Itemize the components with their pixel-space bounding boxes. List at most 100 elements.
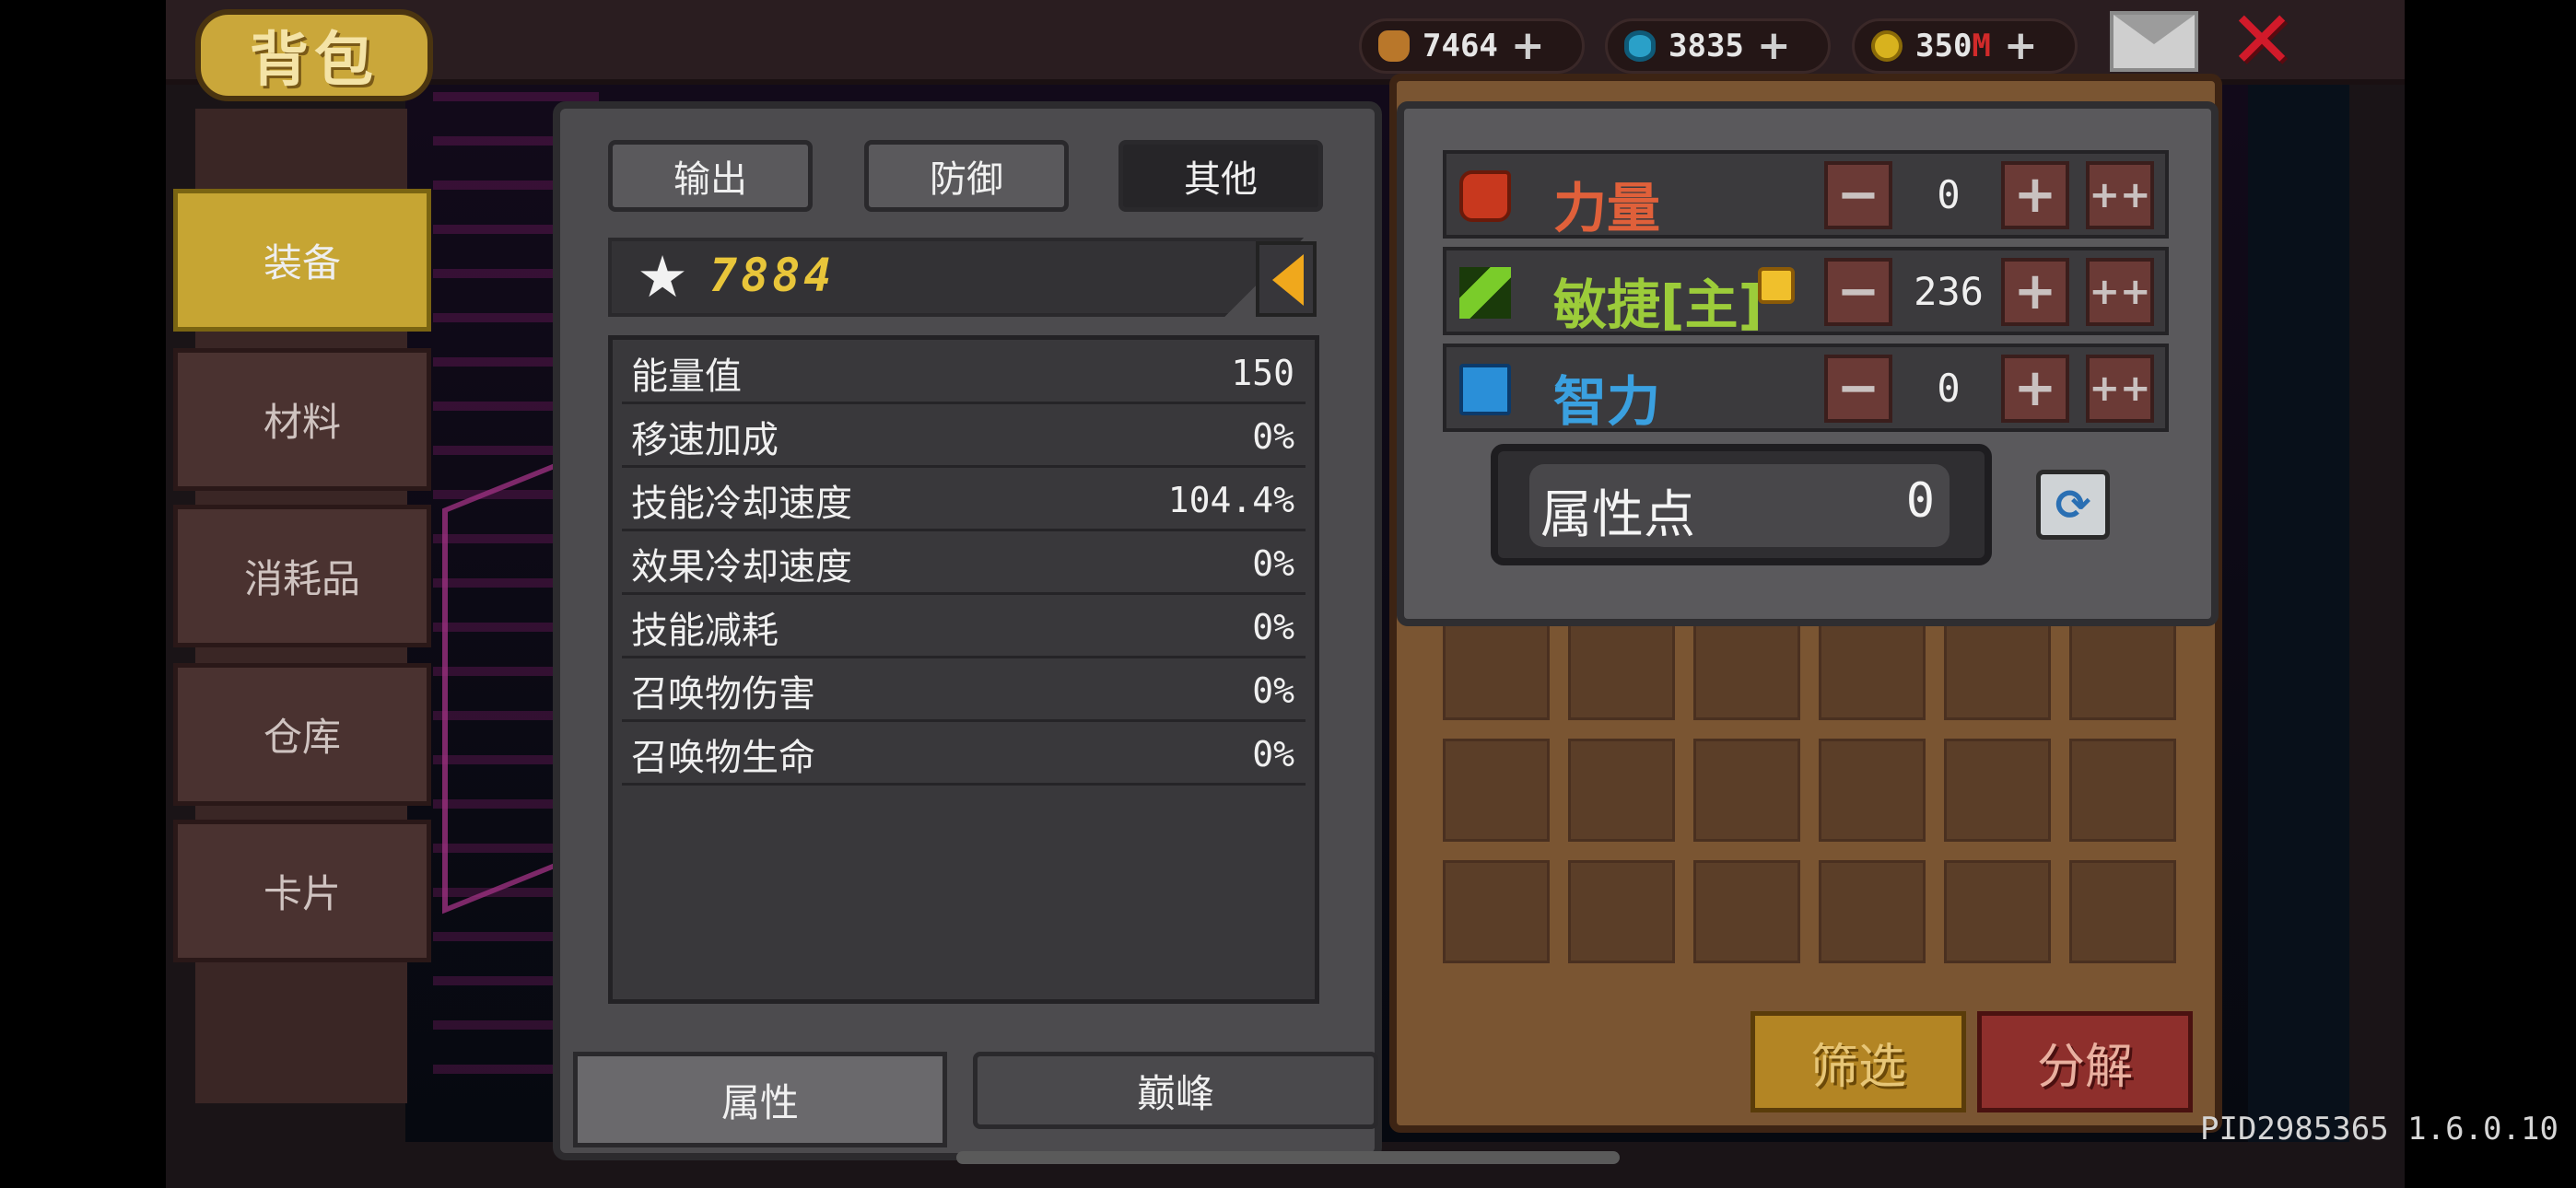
star-icon: ★ bbox=[637, 243, 688, 310]
resource-counter-materials[interactable]: 7464 + bbox=[1359, 18, 1585, 74]
attribute-value: 236 bbox=[1914, 269, 1984, 314]
attribute-name: 智力 bbox=[1553, 370, 1661, 433]
stat-row: 技能冷却速度 104.4% bbox=[622, 471, 1306, 531]
inventory-slot[interactable] bbox=[1443, 739, 1550, 842]
stat-name: 技能减耗 bbox=[631, 609, 779, 652]
attribute-name: 力量 bbox=[1553, 177, 1661, 239]
inventory-slot[interactable] bbox=[2069, 860, 2176, 963]
tab-other[interactable]: 其他 bbox=[1118, 140, 1323, 212]
tab-defense[interactable]: 防御 bbox=[864, 140, 1069, 212]
fist-icon bbox=[1459, 170, 1511, 222]
stat-name: 召唤物生命 bbox=[631, 736, 815, 779]
decrease-button[interactable]: − bbox=[1824, 355, 1892, 423]
tab-consumables[interactable]: 消耗品 bbox=[173, 505, 431, 647]
inventory-slot[interactable] bbox=[1693, 860, 1800, 963]
increase-multi-button[interactable]: ++ bbox=[2086, 161, 2154, 229]
stat-name: 技能冷却速度 bbox=[631, 482, 852, 525]
tab-output[interactable]: 输出 bbox=[608, 140, 813, 212]
collapse-arrow-button[interactable] bbox=[1256, 241, 1317, 317]
stat-name: 移速加成 bbox=[631, 418, 779, 461]
increase-multi-button[interactable]: ++ bbox=[2086, 355, 2154, 423]
decrease-button[interactable]: − bbox=[1824, 161, 1892, 229]
stat-value: 0% bbox=[1252, 542, 1294, 584]
inventory-slot[interactable] bbox=[1693, 617, 1800, 720]
inventory-slot[interactable] bbox=[1568, 617, 1675, 720]
stat-row: 移速加成 0% bbox=[622, 407, 1306, 468]
power-score-value: 7884 bbox=[709, 249, 836, 302]
stat-value: 0% bbox=[1252, 606, 1294, 647]
add-resource-button[interactable]: + bbox=[1757, 26, 1791, 66]
filter-button[interactable]: 筛选 bbox=[1751, 1011, 1966, 1112]
book-icon bbox=[1459, 364, 1511, 415]
inventory-slot[interactable] bbox=[1443, 860, 1550, 963]
inventory-slot[interactable] bbox=[1693, 739, 1800, 842]
inventory-slot[interactable] bbox=[1568, 739, 1675, 842]
resource-value: 3835 bbox=[1669, 28, 1744, 64]
attribute-row-agility: 敏捷[主] − 236 + ++ bbox=[1443, 247, 2169, 336]
tab-equipment[interactable]: 装备 bbox=[173, 189, 431, 332]
inventory-slot[interactable] bbox=[1944, 617, 2051, 720]
resource-value: 7464 bbox=[1423, 28, 1498, 64]
gem-icon bbox=[1624, 30, 1656, 62]
mail-icon[interactable] bbox=[2110, 11, 2198, 72]
attribute-value: 0 bbox=[1937, 366, 1961, 411]
resource-bag-icon bbox=[1378, 30, 1410, 62]
add-resource-button[interactable]: + bbox=[2004, 26, 2038, 66]
attribute-name: 敏捷[主] bbox=[1553, 274, 1763, 336]
resource-counter-gold[interactable]: 350M + bbox=[1852, 18, 2078, 74]
reset-refresh-icon[interactable]: ⟳ bbox=[2036, 470, 2110, 540]
stat-row: 能量值 150 bbox=[622, 344, 1306, 404]
add-resource-button[interactable]: + bbox=[1511, 26, 1545, 66]
inventory-slot[interactable] bbox=[1944, 739, 2051, 842]
decrease-button[interactable]: − bbox=[1824, 258, 1892, 326]
stat-list: 能量值 150 移速加成 0% 技能冷却速度 104.4% 效果冷却速度 0% 技能减耗… bbox=[608, 335, 1319, 1004]
salvage-button[interactable]: 分解 bbox=[1977, 1011, 2193, 1112]
resource-suffix: M bbox=[1972, 28, 1991, 64]
increase-multi-button[interactable]: ++ bbox=[2086, 258, 2154, 326]
resource-value: 350M bbox=[1915, 28, 1991, 64]
stat-value: 104.4% bbox=[1167, 479, 1294, 520]
inventory-slot[interactable] bbox=[2069, 739, 2176, 842]
stat-name: 能量值 bbox=[631, 355, 742, 398]
stat-row: 技能减耗 0% bbox=[622, 598, 1306, 658]
stat-value: 0% bbox=[1252, 415, 1294, 457]
version-label: PID2985365 1.6.0.10 bbox=[2200, 1111, 2558, 1147]
stat-value: 0% bbox=[1252, 670, 1294, 711]
increase-button[interactable]: + bbox=[2001, 161, 2069, 229]
increase-button[interactable]: + bbox=[2001, 258, 2069, 326]
stat-name: 效果冷却速度 bbox=[631, 545, 852, 588]
attribute-row-intelligence: 智力 − 0 + ++ bbox=[1443, 344, 2169, 433]
attribute-row-strength: 力量 − 0 + ++ bbox=[1443, 150, 2169, 239]
tab-materials[interactable]: 材料 bbox=[173, 348, 431, 491]
inventory-slot[interactable] bbox=[1819, 739, 1926, 842]
inventory-slot[interactable] bbox=[1944, 860, 2051, 963]
page-title: 背包 bbox=[195, 9, 433, 101]
tab-peak[interactable]: 巅峰 bbox=[973, 1052, 1378, 1129]
lock-icon[interactable] bbox=[1758, 267, 1795, 304]
gold-coin-icon bbox=[1871, 30, 1903, 62]
stat-name: 召唤物伤害 bbox=[631, 672, 815, 716]
stat-value: 150 bbox=[1231, 352, 1294, 393]
attribute-points-value: 0 bbox=[1905, 473, 1935, 529]
resource-counter-gems[interactable]: 3835 + bbox=[1605, 18, 1831, 74]
tab-cards[interactable]: 卡片 bbox=[173, 820, 431, 962]
inventory-grid bbox=[1415, 617, 2204, 995]
stat-row: 召唤物伤害 0% bbox=[622, 661, 1306, 722]
inventory-slot[interactable] bbox=[1568, 860, 1675, 963]
tab-attributes[interactable]: 属性 bbox=[573, 1052, 947, 1147]
stat-value: 0% bbox=[1252, 733, 1294, 775]
close-icon[interactable]: ✕ bbox=[2220, 1, 2303, 80]
inventory-slot[interactable] bbox=[1819, 617, 1926, 720]
stat-row: 召唤物生命 0% bbox=[622, 725, 1306, 786]
inventory-slot[interactable] bbox=[1819, 860, 1926, 963]
home-indicator[interactable] bbox=[956, 1151, 1620, 1164]
attribute-points-label: 属性点 bbox=[1540, 485, 1695, 545]
page-title-text: 背包 bbox=[250, 27, 379, 95]
increase-button[interactable]: + bbox=[2001, 355, 2069, 423]
background-right-edge bbox=[2248, 83, 2349, 1142]
attribute-value: 0 bbox=[1937, 172, 1961, 217]
inventory-slot[interactable] bbox=[2069, 617, 2176, 720]
inventory-slot[interactable] bbox=[1443, 617, 1550, 720]
tab-warehouse[interactable]: 仓库 bbox=[173, 663, 431, 806]
feather-icon bbox=[1459, 267, 1511, 319]
